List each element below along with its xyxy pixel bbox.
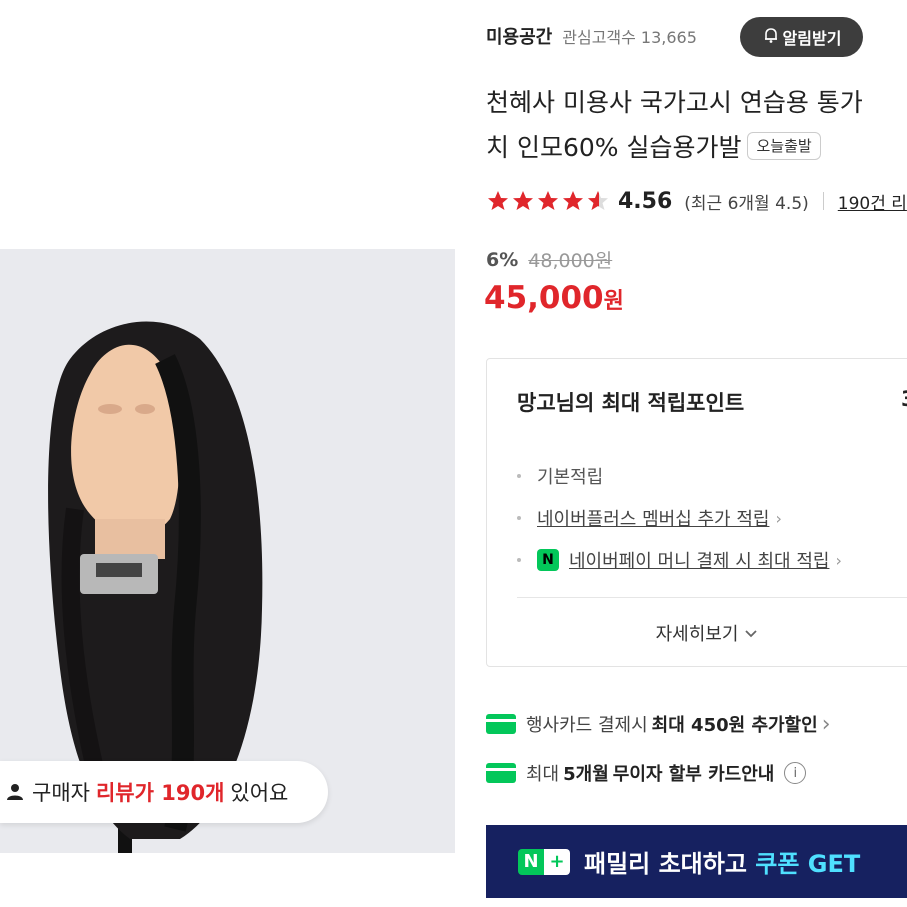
- star-icon: [513, 191, 533, 210]
- alarm-subscribe-button[interactable]: 알림받기: [740, 17, 863, 57]
- original-price: 48,000원: [528, 250, 613, 272]
- rating-value: 4.56: [618, 188, 673, 214]
- points-item-label[interactable]: 네이버플러스 멤버십 추가 적립: [537, 505, 769, 531]
- points-detail-button[interactable]: 자세히보기: [487, 599, 907, 667]
- discount-rate: 6%: [486, 248, 519, 271]
- chevron-right-icon: ›: [835, 550, 842, 570]
- info-icon[interactable]: i: [784, 762, 807, 784]
- points-value: 3: [901, 387, 907, 411]
- star-rating: [486, 189, 610, 213]
- divider: [822, 192, 824, 210]
- naver-plus-icon: N +: [518, 848, 570, 875]
- product-title-line2: 치 인모60% 실습용가발: [486, 133, 742, 162]
- review-count-pill[interactable]: 구매자 리뷰가 190개 있어요: [0, 761, 328, 823]
- product-title: 천혜사 미용사 국가고시 연습용 통가 치 인모60% 실습용가발 오늘출발: [486, 80, 907, 170]
- star-icon: [538, 191, 558, 210]
- chevron-right-icon: ›: [821, 711, 831, 737]
- bell-plus-icon: [762, 26, 780, 48]
- sale-price-unit: 원: [603, 289, 624, 314]
- card-row-bold: 최대 450원 추가할인: [651, 715, 818, 736]
- points-item-label[interactable]: 네이버페이 머니 결제 시 최대 적립: [569, 547, 829, 573]
- card-row-text: 최대: [526, 764, 560, 785]
- points-item-basic: 기본적립: [517, 455, 842, 497]
- points-item-npay[interactable]: N 네이버페이 머니 결제 시 최대 적립 ›: [517, 539, 842, 581]
- follower-count: 관심고객수 13,665: [562, 28, 697, 47]
- product-title-line1: 천혜사 미용사 국가고시 연습용 통가: [486, 88, 863, 117]
- bullet: [517, 558, 521, 562]
- card-icon: [486, 714, 516, 734]
- person-icon: [6, 783, 24, 801]
- card-row-bold: 5개월: [563, 764, 609, 785]
- discount-row: 6% 48,000원: [486, 246, 612, 273]
- card-icon: [486, 763, 516, 783]
- review-pill-suffix: 있어요: [230, 781, 289, 805]
- store-name[interactable]: 미용공간: [486, 23, 552, 49]
- banner-text: 패밀리 초대하고 쿠폰 GET: [584, 844, 860, 879]
- points-box: 망고님의 최대 적립포인트 3 기본적립 네이버플러스 멤버십 추가 적립 › …: [486, 358, 907, 667]
- recent-rating: (최근 6개월 4.5): [684, 193, 809, 214]
- review-count-link[interactable]: 190건 리: [838, 189, 907, 214]
- sale-price: 45,000원: [484, 280, 624, 316]
- star-icon: [563, 191, 583, 210]
- chevron-right-icon: ›: [775, 508, 782, 528]
- card-row-bold-2: 무이자 할부 카드안내: [612, 764, 775, 785]
- alarm-label: 알림받기: [782, 29, 842, 48]
- bullet: [517, 516, 521, 520]
- points-title: 망고님의 최대 적립포인트: [517, 391, 745, 415]
- bullet: [517, 474, 521, 478]
- sale-price-value: 45,000: [484, 280, 604, 316]
- store-info: 미용공간 관심고객수 13,665: [486, 22, 697, 50]
- banner-text-main: 패밀리 초대하고: [584, 850, 747, 878]
- card-discount-row[interactable]: 행사카드 결제시 최대 450원 추가할인 ›: [486, 709, 831, 739]
- points-list: 기본적립 네이버플러스 멤버십 추가 적립 › N 네이버페이 머니 결제 시 …: [517, 455, 842, 581]
- family-invite-banner[interactable]: N + 패밀리 초대하고 쿠폰 GET: [486, 825, 907, 898]
- chevron-down-icon: [744, 623, 758, 644]
- points-detail-label: 자세히보기: [655, 624, 739, 645]
- review-pill-highlight: 리뷰가 190개: [95, 781, 225, 805]
- review-pill-prefix: 구매자: [32, 781, 90, 805]
- points-item-membership[interactable]: 네이버플러스 멤버십 추가 적립 ›: [517, 497, 842, 539]
- rating-row: 4.56 (최근 6개월 4.5) 190건 리: [486, 186, 907, 216]
- card-row-text: 행사카드 결제시: [526, 715, 648, 736]
- today-shipping-badge: 오늘출발: [747, 132, 821, 160]
- naver-pay-icon: N: [537, 549, 559, 571]
- half-star-icon: [588, 191, 608, 210]
- points-item-label: 기본적립: [537, 467, 604, 488]
- divider: [517, 597, 907, 598]
- star-icon: [488, 191, 508, 210]
- card-installment-row[interactable]: 최대 5개월 무이자 할부 카드안내 i: [486, 758, 807, 788]
- banner-highlight: 쿠폰 GET: [755, 850, 861, 878]
